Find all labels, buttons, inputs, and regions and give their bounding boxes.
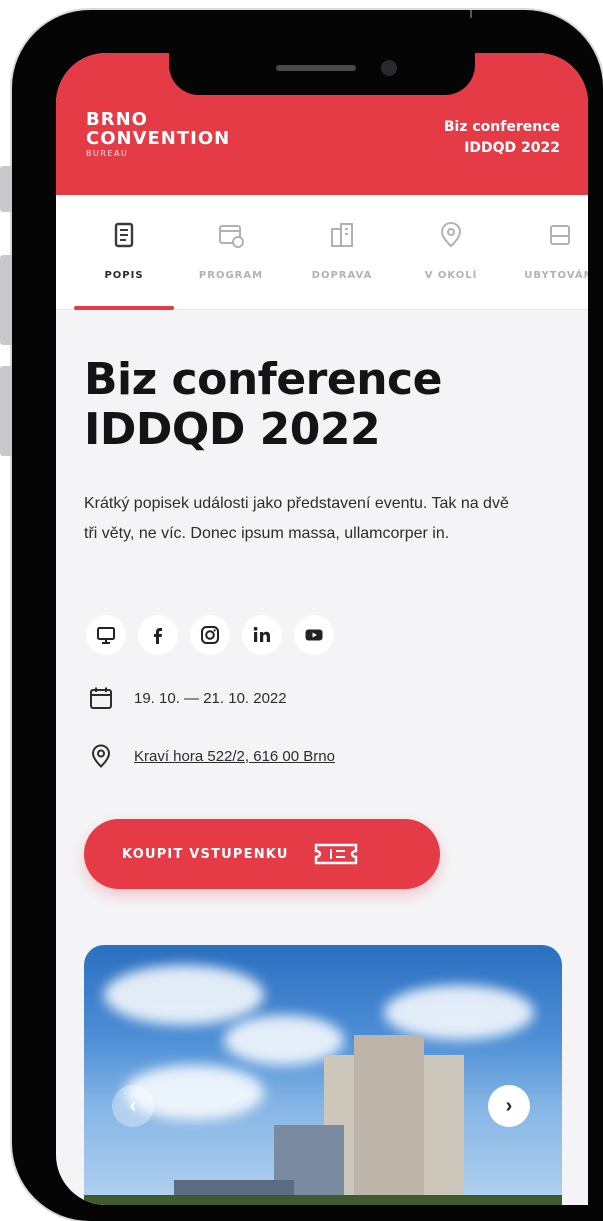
facebook-link[interactable] (138, 615, 178, 655)
brand-logo[interactable]: BRNO CONVENTION BUREAU (86, 110, 230, 160)
instagram-link[interactable] (190, 615, 230, 655)
event-date-row: 19. 10. — 21. 10. 2022 (88, 683, 287, 713)
app-header: BRNO CONVENTION BUREAU Biz conference ID… (56, 53, 588, 195)
speaker-grille (276, 65, 356, 71)
header-event-title: Biz conference IDDQD 2022 (444, 117, 560, 159)
instagram-icon (201, 626, 219, 644)
buy-ticket-label: KOUPIT VSTUPENKU (122, 846, 289, 862)
logo-line-3: BUREAU (86, 149, 129, 158)
phone-screen: BRNO CONVENTION BUREAU Biz conference ID… (56, 53, 588, 1205)
map-pin-icon (440, 221, 462, 248)
front-camera (381, 60, 397, 76)
volume-up-button (0, 255, 12, 345)
facebook-icon (154, 628, 162, 644)
event-description: Krátký popisek události jako představení… (84, 495, 509, 542)
cloud-shape (104, 965, 264, 1025)
hotel-tower (354, 1035, 424, 1205)
tab-program[interactable]: PROGRAM (181, 195, 281, 310)
youtube-link[interactable] (294, 615, 334, 655)
tab-v-okoli[interactable]: V OKOLÍ (401, 195, 501, 310)
title-line-2: IDDQD 2022 (84, 404, 381, 455)
ticket-icon (314, 843, 357, 865)
event-address-link[interactable]: Kraví hora 522/2, 616 00 Brno (134, 748, 335, 765)
event-date: 19. 10. — 21. 10. 2022 (134, 689, 287, 707)
event-address-row: Kraví hora 522/2, 616 00 Brno (88, 741, 335, 771)
tab-label: V OKOLÍ (424, 270, 478, 281)
web-link[interactable] (86, 615, 126, 655)
cloud-shape (384, 985, 534, 1040)
mute-switch (0, 166, 12, 212)
tab-label: UBYTOVÁNÍ (524, 270, 588, 281)
linkedin-icon (253, 626, 270, 642)
volume-down-button (0, 366, 12, 456)
location-pin-icon (91, 744, 111, 768)
header-title-line-2: IDDQD 2022 (464, 140, 560, 156)
bed-icon (550, 225, 570, 245)
chevron-left-icon: ‹ (129, 1094, 137, 1117)
header-title-line-1: Biz conference (443, 119, 560, 135)
event-image-carousel[interactable]: ‹ › (84, 945, 562, 1205)
linkedin-link[interactable] (242, 615, 282, 655)
tab-label: DOPRAVA (311, 270, 373, 281)
tree-line (84, 1195, 562, 1205)
tab-popis[interactable]: POPIS (74, 195, 174, 310)
carousel-next-button[interactable]: › (488, 1085, 530, 1127)
buy-ticket-button[interactable]: KOUPIT VSTUPENKU (84, 819, 440, 889)
calendar-icon (90, 687, 112, 709)
tab-ubytovani[interactable]: UBYTOVÁNÍ (511, 195, 588, 310)
active-tab-indicator (74, 306, 174, 310)
youtube-icon (305, 629, 323, 641)
logo-line-2: CONVENTION (86, 128, 231, 149)
frame-mark (470, 10, 472, 18)
chevron-right-icon: › (505, 1094, 513, 1117)
page-title: Biz conference IDDQD 2022 (84, 355, 554, 455)
document-icon (114, 222, 134, 248)
tab-label: POPIS (104, 270, 144, 281)
tab-doprava[interactable]: DOPRAVA (292, 195, 392, 310)
title-line-1: Biz conference (84, 354, 442, 405)
carousel-prev-button[interactable]: ‹ (112, 1085, 154, 1127)
tab-label: PROGRAM (198, 270, 264, 281)
device-notch (169, 53, 475, 95)
section-tabs: POPIS PROGRAM DOPRAVA V OKOLÍ UBYTOVÁ (56, 195, 588, 310)
building-icon (331, 223, 353, 247)
calendar-clock-icon (219, 225, 244, 248)
web-icon (97, 627, 115, 644)
logo-line-1: BRNO (86, 109, 148, 130)
